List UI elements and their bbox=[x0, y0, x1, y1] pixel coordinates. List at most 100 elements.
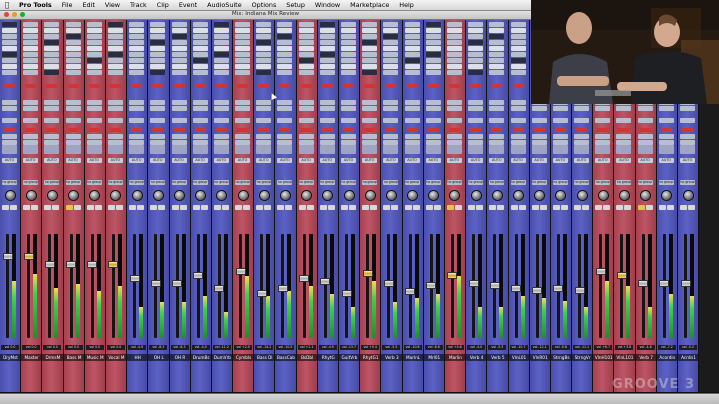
send-slot[interactable] bbox=[235, 140, 251, 145]
insert-slot[interactable] bbox=[256, 46, 272, 51]
insert-slot[interactable] bbox=[86, 52, 102, 57]
insert-slot[interactable] bbox=[171, 22, 187, 27]
insert-slot[interactable] bbox=[150, 58, 166, 63]
pan-knob[interactable] bbox=[323, 191, 333, 200]
solo-button[interactable] bbox=[425, 205, 433, 210]
mute-button[interactable] bbox=[624, 205, 632, 210]
send-slot[interactable] bbox=[489, 118, 505, 123]
send-slot[interactable] bbox=[129, 140, 145, 145]
send-slot[interactable] bbox=[129, 118, 145, 123]
insert-slot[interactable] bbox=[129, 52, 145, 57]
group-selector[interactable]: no group bbox=[362, 180, 378, 185]
solo-button[interactable] bbox=[213, 205, 221, 210]
send-slot[interactable] bbox=[362, 106, 378, 111]
send-slot[interactable] bbox=[23, 106, 39, 111]
insert-slot[interactable] bbox=[362, 46, 378, 51]
mute-button[interactable] bbox=[327, 205, 335, 210]
send-slot[interactable] bbox=[2, 118, 17, 123]
menu-help[interactable]: Help bbox=[394, 0, 419, 10]
track-name[interactable]: Music M bbox=[84, 354, 105, 361]
pan-knob[interactable] bbox=[69, 191, 79, 200]
track-name[interactable]: Acordin bbox=[656, 354, 677, 361]
insert-slot[interactable] bbox=[86, 58, 102, 63]
insert-slot[interactable] bbox=[362, 64, 378, 69]
insert-slot[interactable] bbox=[446, 46, 462, 51]
automation-mode[interactable]: AUTO bbox=[383, 158, 399, 163]
track-name[interactable]: VlnL101 bbox=[614, 354, 635, 361]
insert-slot[interactable] bbox=[129, 58, 145, 63]
insert-slot[interactable] bbox=[383, 34, 399, 39]
track-name[interactable]: Verb 3 bbox=[381, 354, 402, 361]
io-selector[interactable] bbox=[213, 145, 229, 154]
comments-area[interactable] bbox=[424, 362, 444, 392]
mute-button[interactable] bbox=[349, 205, 356, 210]
insert-slot[interactable] bbox=[65, 46, 81, 51]
group-selector[interactable]: no group bbox=[468, 180, 484, 185]
solo-button[interactable] bbox=[44, 205, 52, 210]
solo-button[interactable] bbox=[510, 205, 518, 210]
group-selector[interactable]: no group bbox=[531, 180, 547, 185]
comments-area[interactable] bbox=[381, 362, 401, 392]
mute-button[interactable] bbox=[370, 205, 378, 210]
insert-slot[interactable] bbox=[277, 52, 293, 57]
solo-button[interactable] bbox=[129, 205, 137, 210]
solo-button[interactable] bbox=[171, 205, 179, 210]
pan-knob[interactable] bbox=[662, 191, 672, 200]
insert-slot[interactable] bbox=[235, 64, 251, 69]
io-selector[interactable] bbox=[235, 145, 251, 154]
insert-slot[interactable] bbox=[446, 58, 462, 63]
send-slot[interactable] bbox=[341, 134, 356, 139]
insert-slot[interactable] bbox=[129, 34, 145, 39]
send-slot[interactable] bbox=[319, 134, 335, 139]
volume-fader[interactable] bbox=[129, 275, 140, 282]
io-selector[interactable] bbox=[171, 145, 187, 154]
send-slot[interactable] bbox=[213, 140, 229, 145]
pan-knob[interactable] bbox=[450, 191, 460, 200]
insert-slot[interactable] bbox=[23, 46, 39, 51]
insert-slot[interactable] bbox=[150, 70, 166, 75]
send-slot[interactable] bbox=[595, 134, 611, 139]
volume-fader[interactable] bbox=[447, 272, 458, 279]
insert-slot[interactable] bbox=[468, 46, 484, 51]
group-selector[interactable]: no group bbox=[86, 180, 102, 185]
send-slot[interactable] bbox=[23, 134, 39, 139]
send-slot[interactable] bbox=[489, 134, 505, 139]
track-name[interactable]: VlnR01 bbox=[529, 354, 550, 361]
volume-fader[interactable] bbox=[23, 253, 34, 260]
send-slot[interactable] bbox=[362, 140, 378, 145]
insert-slot[interactable] bbox=[107, 22, 123, 27]
insert-slot[interactable] bbox=[362, 34, 378, 39]
track-name[interactable]: HH bbox=[127, 354, 148, 361]
send-slot[interactable] bbox=[341, 106, 356, 111]
send-slot[interactable] bbox=[658, 134, 674, 139]
insert-slot[interactable] bbox=[235, 58, 251, 63]
mute-button[interactable] bbox=[243, 205, 251, 210]
insert-slot[interactable] bbox=[341, 22, 356, 27]
insert-slot[interactable] bbox=[341, 34, 356, 39]
send-slot[interactable] bbox=[235, 100, 251, 105]
insert-slot[interactable] bbox=[446, 64, 462, 69]
insert-slot[interactable] bbox=[319, 70, 335, 75]
insert-slot[interactable] bbox=[129, 22, 145, 27]
insert-slot[interactable] bbox=[468, 64, 484, 69]
insert-slot[interactable] bbox=[44, 46, 60, 51]
send-slot[interactable] bbox=[425, 140, 441, 145]
send-slot[interactable] bbox=[637, 106, 653, 111]
send-slot[interactable] bbox=[277, 106, 293, 111]
solo-button[interactable] bbox=[107, 205, 115, 210]
comments-area[interactable] bbox=[297, 362, 317, 392]
io-selector[interactable] bbox=[277, 145, 293, 154]
insert-slot[interactable] bbox=[404, 40, 420, 45]
solo-button[interactable] bbox=[637, 205, 645, 210]
menu-clip[interactable]: Clip bbox=[152, 0, 174, 10]
send-slot[interactable] bbox=[2, 100, 17, 105]
send-slot[interactable] bbox=[150, 140, 166, 145]
insert-slot[interactable] bbox=[404, 22, 420, 27]
insert-slot[interactable] bbox=[446, 22, 462, 27]
pan-knob[interactable] bbox=[111, 191, 121, 200]
insert-slot[interactable] bbox=[150, 64, 166, 69]
insert-slot[interactable] bbox=[404, 28, 420, 33]
send-slot[interactable] bbox=[510, 140, 526, 145]
automation-mode[interactable]: AUTO bbox=[489, 158, 505, 163]
volume-fader[interactable] bbox=[616, 272, 627, 279]
